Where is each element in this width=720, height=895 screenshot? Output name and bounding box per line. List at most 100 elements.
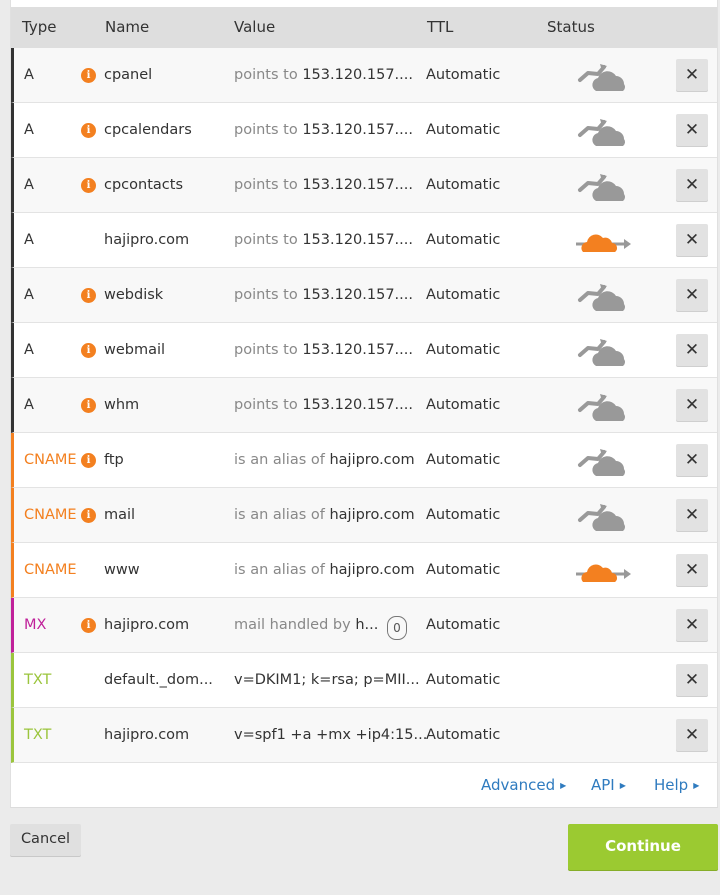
- delete-record-button[interactable]: ✕: [676, 279, 708, 311]
- record-value[interactable]: points to 153.120.157....: [234, 232, 413, 248]
- record-name[interactable]: mail: [104, 507, 135, 523]
- record-name[interactable]: www: [104, 562, 140, 578]
- record-name[interactable]: default._dom...: [104, 672, 213, 688]
- value-content: 153.120.157....: [302, 232, 413, 248]
- record-name[interactable]: ftp: [104, 452, 124, 468]
- continue-button[interactable]: Continue: [568, 824, 718, 870]
- record-value[interactable]: points to 153.120.157....: [234, 287, 413, 303]
- cancel-button[interactable]: Cancel: [10, 824, 81, 856]
- table-row[interactable]: Ai cpanel points to 153.120.157.... Automat…: [11, 48, 717, 103]
- delete-record-button[interactable]: ✕: [676, 224, 708, 256]
- table-row[interactable]: Ai whm points to 153.120.157.... Automatic ✕: [11, 378, 717, 433]
- priority-badge: 0: [387, 616, 407, 640]
- table-row[interactable]: Ai cpcalendars points to 153.120.157.... Au…: [11, 103, 717, 158]
- record-value[interactable]: is an alias of hajipro.com: [234, 452, 415, 468]
- table-row[interactable]: MX i hajipro.com mail handled by h... 0 Autom…: [11, 598, 717, 653]
- advanced-link[interactable]: Advanced ▶: [481, 776, 566, 794]
- record-ttl[interactable]: Automatic: [426, 287, 500, 303]
- record-value[interactable]: is an alias of hajipro.com: [234, 562, 415, 578]
- record-ttl[interactable]: Automatic: [426, 177, 500, 193]
- record-value[interactable]: v=DKIM1; k=rsa; p=MII...: [234, 672, 420, 688]
- delete-record-button[interactable]: ✕: [676, 444, 708, 476]
- info-icon[interactable]: i: [81, 288, 96, 303]
- header-status: Status: [547, 18, 595, 36]
- delete-record-button[interactable]: ✕: [676, 609, 708, 641]
- table-row[interactable]: Ai webmail points to 153.120.157.... Automa…: [11, 323, 717, 378]
- record-name[interactable]: webmail: [104, 342, 165, 358]
- table-row[interactable]: TXT default._dom... v=DKIM1; k=rsa; p=MII.…: [11, 653, 717, 708]
- delete-record-button[interactable]: ✕: [676, 664, 708, 696]
- table-row[interactable]: Ai cpcontacts points to 153.120.157.... Aut…: [11, 158, 717, 213]
- table-row[interactable]: CNAME www is an alias of hajipro.com Automa…: [11, 543, 717, 598]
- dns-only-cloud-icon[interactable]: [574, 60, 632, 92]
- record-value[interactable]: points to 153.120.157....: [234, 122, 413, 138]
- record-type: CNAME: [24, 452, 77, 468]
- record-value[interactable]: is an alias of hajipro.com: [234, 507, 415, 523]
- table-row[interactable]: Ahajipro.com points to 153.120.157.... Aut…: [11, 213, 717, 268]
- record-name[interactable]: cpcalendars: [104, 122, 192, 138]
- proxied-cloud-icon[interactable]: [574, 555, 632, 587]
- info-icon[interactable]: i: [81, 508, 96, 523]
- record-ttl[interactable]: Automatic: [426, 232, 500, 248]
- dns-only-cloud-icon[interactable]: [574, 445, 632, 477]
- dns-only-cloud-icon[interactable]: [574, 390, 632, 422]
- record-ttl[interactable]: Automatic: [426, 617, 500, 633]
- record-name[interactable]: webdisk: [104, 287, 163, 303]
- delete-record-button[interactable]: ✕: [676, 59, 708, 91]
- info-icon[interactable]: i: [81, 453, 96, 468]
- record-ttl[interactable]: Automatic: [426, 122, 500, 138]
- record-name[interactable]: whm: [104, 397, 139, 413]
- table-row[interactable]: Ai webdisk points to 153.120.157.... Automa…: [11, 268, 717, 323]
- info-icon[interactable]: i: [81, 343, 96, 358]
- record-value[interactable]: points to 153.120.157....: [234, 342, 413, 358]
- record-type: CNAME: [24, 562, 77, 578]
- record-ttl[interactable]: Automatic: [426, 507, 500, 523]
- record-name[interactable]: hajipro.com: [104, 617, 189, 633]
- dns-only-cloud-icon[interactable]: [574, 115, 632, 147]
- info-icon[interactable]: i: [81, 68, 96, 83]
- dns-only-cloud-icon[interactable]: [574, 280, 632, 312]
- dns-only-cloud-icon[interactable]: [574, 170, 632, 202]
- delete-record-button[interactable]: ✕: [676, 499, 708, 531]
- delete-record-button[interactable]: ✕: [676, 114, 708, 146]
- delete-record-button[interactable]: ✕: [676, 334, 708, 366]
- record-ttl[interactable]: Automatic: [426, 672, 500, 688]
- delete-record-button[interactable]: ✕: [676, 169, 708, 201]
- record-value[interactable]: mail handled by h...: [234, 617, 378, 633]
- record-name[interactable]: hajipro.com: [104, 232, 189, 248]
- info-icon[interactable]: i: [81, 178, 96, 193]
- help-link[interactable]: Help ▶: [654, 776, 699, 794]
- info-icon[interactable]: i: [81, 123, 96, 138]
- delete-record-button[interactable]: ✕: [676, 554, 708, 586]
- info-icon[interactable]: i: [81, 618, 96, 633]
- record-value[interactable]: v=spf1 +a +mx +ip4:15...: [234, 727, 427, 743]
- caret-right-icon: ▶: [619, 781, 626, 790]
- delete-record-button[interactable]: ✕: [676, 719, 708, 751]
- value-prefix: points to: [234, 177, 303, 193]
- record-name[interactable]: cpcontacts: [104, 177, 183, 193]
- record-value[interactable]: points to 153.120.157....: [234, 397, 413, 413]
- table-row[interactable]: CNAME i mail is an alias of hajipro.com Auto…: [11, 488, 717, 543]
- dns-only-cloud-icon[interactable]: [574, 335, 632, 367]
- record-ttl[interactable]: Automatic: [426, 562, 500, 578]
- api-link[interactable]: API ▶: [591, 776, 626, 794]
- info-icon[interactable]: i: [81, 398, 96, 413]
- delete-record-button[interactable]: ✕: [676, 389, 708, 421]
- value-prefix: points to: [234, 397, 303, 413]
- value-content: 153.120.157....: [302, 397, 413, 413]
- dns-only-cloud-icon[interactable]: [574, 500, 632, 532]
- record-name[interactable]: hajipro.com: [104, 727, 189, 743]
- record-value[interactable]: points to 153.120.157....: [234, 67, 413, 83]
- record-ttl[interactable]: Automatic: [426, 452, 500, 468]
- proxied-cloud-icon[interactable]: [574, 225, 632, 257]
- record-name[interactable]: cpanel: [104, 67, 152, 83]
- record-type: TXT: [24, 727, 52, 743]
- value-prefix: is an alias of: [234, 452, 330, 468]
- record-ttl[interactable]: Automatic: [426, 342, 500, 358]
- record-ttl[interactable]: Automatic: [426, 397, 500, 413]
- table-row[interactable]: TXT hajipro.com v=spf1 +a +mx +ip4:15... Au…: [11, 708, 717, 763]
- table-row[interactable]: CNAME i ftp is an alias of hajipro.com Autom…: [11, 433, 717, 488]
- record-value[interactable]: points to 153.120.157....: [234, 177, 413, 193]
- record-ttl[interactable]: Automatic: [426, 727, 500, 743]
- record-ttl[interactable]: Automatic: [426, 67, 500, 83]
